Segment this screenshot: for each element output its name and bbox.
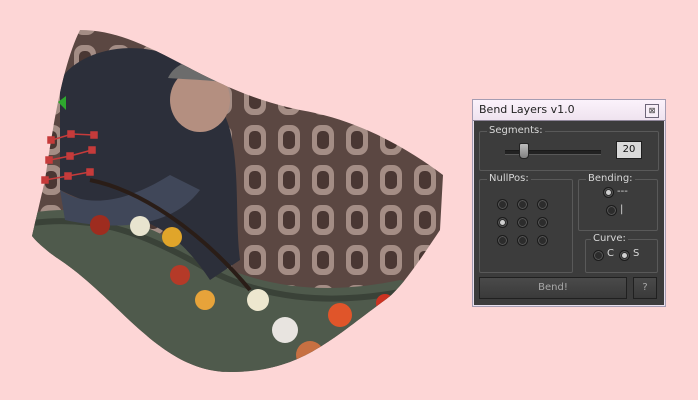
- bend-button[interactable]: Bend!: [479, 277, 627, 299]
- nullpos-label: NullPos:: [487, 173, 531, 184]
- bending-option-vertical-label: |: [620, 204, 624, 215]
- nullpos-radio-middle-right[interactable]: [537, 217, 548, 228]
- panel-title: Bend Layers v1.0: [479, 103, 575, 116]
- close-icon[interactable]: ⊠: [645, 104, 659, 118]
- nullpos-radio-bottom-right[interactable]: [537, 235, 548, 246]
- bending-radio-horizontal[interactable]: [603, 187, 614, 198]
- panel-titlebar[interactable]: Bend Layers v1.0 ⊠: [473, 100, 665, 121]
- nullpos-radio-top-right[interactable]: [537, 199, 548, 210]
- curve-option-c-label: C: [607, 248, 614, 259]
- segments-value-input[interactable]: 20: [616, 141, 642, 159]
- bending-label: Bending:: [586, 173, 635, 184]
- segments-label: Segments:: [487, 125, 545, 136]
- nullpos-radio-middle-left[interactable]: [497, 217, 508, 228]
- bending-radio-vertical[interactable]: [606, 205, 617, 216]
- curve-radio-c[interactable]: [593, 250, 604, 261]
- segments-slider-thumb[interactable]: [519, 143, 529, 159]
- nullpos-radio-top-left[interactable]: [497, 199, 508, 210]
- bend-layers-panel: Bend Layers v1.0 ⊠ Segments: 20 NullPos:…: [472, 99, 666, 307]
- nullpos-radio-bottom-center[interactable]: [517, 235, 528, 246]
- curve-label: Curve:: [591, 233, 628, 244]
- nullpos-radio-bottom-left[interactable]: [497, 235, 508, 246]
- bending-option-horizontal-label: ---: [617, 186, 628, 197]
- curve-radio-s[interactable]: [619, 250, 630, 261]
- nullpos-radio-top-center[interactable]: [517, 199, 528, 210]
- nullpos-radio-middle-center[interactable]: [517, 217, 528, 228]
- curve-option-s-label: S: [633, 248, 640, 259]
- help-button[interactable]: ?: [633, 277, 657, 299]
